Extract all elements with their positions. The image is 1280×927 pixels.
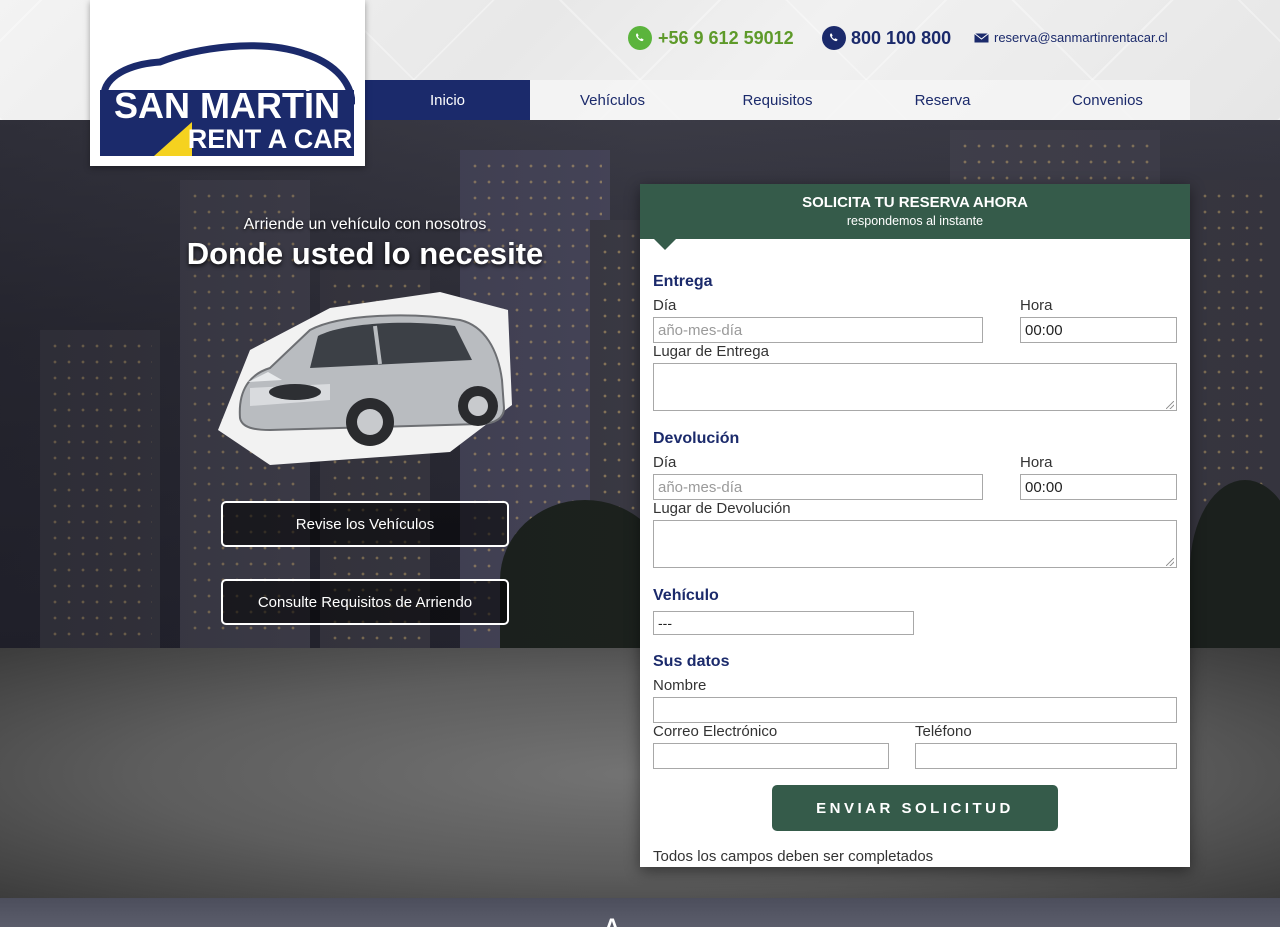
main-nav: Inicio Vehículos Requisitos Reserva Conv… bbox=[365, 80, 1190, 120]
phone-input[interactable] bbox=[915, 743, 1177, 769]
email-label: Correo Electrónico bbox=[653, 723, 778, 740]
return-date-input[interactable] bbox=[653, 474, 983, 500]
section-delivery: Entrega bbox=[653, 273, 713, 290]
name-label: Nombre bbox=[653, 677, 707, 694]
whatsapp-prefix: +56 9 bbox=[658, 27, 709, 48]
form-subtitle: respondemos al instante bbox=[846, 214, 984, 228]
phone-icon bbox=[822, 26, 846, 50]
footer-strip bbox=[0, 898, 1280, 927]
whatsapp-icon bbox=[628, 26, 652, 50]
phone-number: 800 100 800 bbox=[851, 27, 952, 48]
nav-item-inicio[interactable]: Inicio bbox=[365, 80, 530, 120]
whatsapp-contact[interactable]: +56 9 612 59012 bbox=[628, 26, 794, 50]
resize-grip-icon[interactable] bbox=[1166, 401, 1174, 409]
email-input[interactable] bbox=[653, 743, 889, 769]
nav-item-requisitos[interactable]: Requisitos bbox=[695, 80, 860, 120]
delivery-hour-label: Hora bbox=[1020, 297, 1053, 314]
logo-text-line2: RENT A CAR bbox=[188, 124, 353, 154]
footer-heading-partial: A bbox=[604, 914, 620, 927]
vehicle-select[interactable]: --- bbox=[653, 611, 914, 635]
hero-subtitle: Arriende un vehículo con nosotros bbox=[243, 216, 487, 233]
delivery-place-textarea[interactable] bbox=[653, 363, 1177, 411]
whatsapp-number: 612 59012 bbox=[708, 27, 794, 48]
form-header: SOLICITA TU RESERVA AHORA respondemos al… bbox=[640, 184, 1190, 239]
delivery-day-label: Día bbox=[653, 297, 677, 314]
rental-requirements-button[interactable]: Consulte Requisitos de Arriendo bbox=[221, 579, 509, 625]
delivery-place-label: Lugar de Entrega bbox=[653, 343, 769, 360]
section-vehicle: Vehículo bbox=[653, 587, 719, 604]
email-contact[interactable]: reserva@sanmartinrentacar.cl bbox=[974, 30, 1168, 45]
logo-text-line1: SAN MARTÍN bbox=[114, 85, 340, 126]
email-address: reserva@sanmartinrentacar.cl bbox=[994, 30, 1168, 45]
return-hour-label: Hora bbox=[1020, 454, 1053, 471]
return-hour-input[interactable] bbox=[1020, 474, 1177, 500]
hero-title: Donde usted lo necesite bbox=[186, 236, 544, 271]
name-input[interactable] bbox=[653, 697, 1177, 723]
header-pointer bbox=[654, 239, 676, 250]
required-fields-note: Todos los campos deben ser completados bbox=[653, 848, 934, 865]
car-image bbox=[210, 290, 515, 465]
resize-grip-icon[interactable] bbox=[1166, 558, 1174, 566]
nav-item-reserva[interactable]: Reserva bbox=[860, 80, 1025, 120]
phone-label: Teléfono bbox=[915, 723, 972, 740]
section-personal: Sus datos bbox=[653, 653, 730, 670]
form-title: SOLICITA TU RESERVA AHORA bbox=[802, 194, 1028, 211]
envelope-icon bbox=[974, 32, 989, 42]
nav-item-convenios[interactable]: Convenios bbox=[1025, 80, 1190, 120]
reservation-form: SOLICITA TU RESERVA AHORA respondemos al… bbox=[640, 184, 1190, 867]
car-logo-icon: SAN MARTÍN RENT A CAR bbox=[100, 42, 355, 156]
return-place-label: Lugar de Devolución bbox=[653, 500, 791, 517]
site-logo[interactable]: SAN MARTÍN RENT A CAR bbox=[90, 0, 365, 166]
section-return: Devolución bbox=[653, 430, 740, 447]
return-place-textarea[interactable] bbox=[653, 520, 1177, 568]
return-day-label: Día bbox=[653, 454, 677, 471]
nav-item-vehiculos[interactable]: Vehículos bbox=[530, 80, 695, 120]
delivery-hour-input[interactable] bbox=[1020, 317, 1177, 343]
delivery-date-input[interactable] bbox=[653, 317, 983, 343]
submit-request-button[interactable]: ENVIAR SOLICITUD bbox=[772, 785, 1058, 831]
phone-contact[interactable]: 800 100 800 bbox=[822, 26, 951, 50]
review-vehicles-button[interactable]: Revise los Vehículos bbox=[221, 501, 509, 547]
